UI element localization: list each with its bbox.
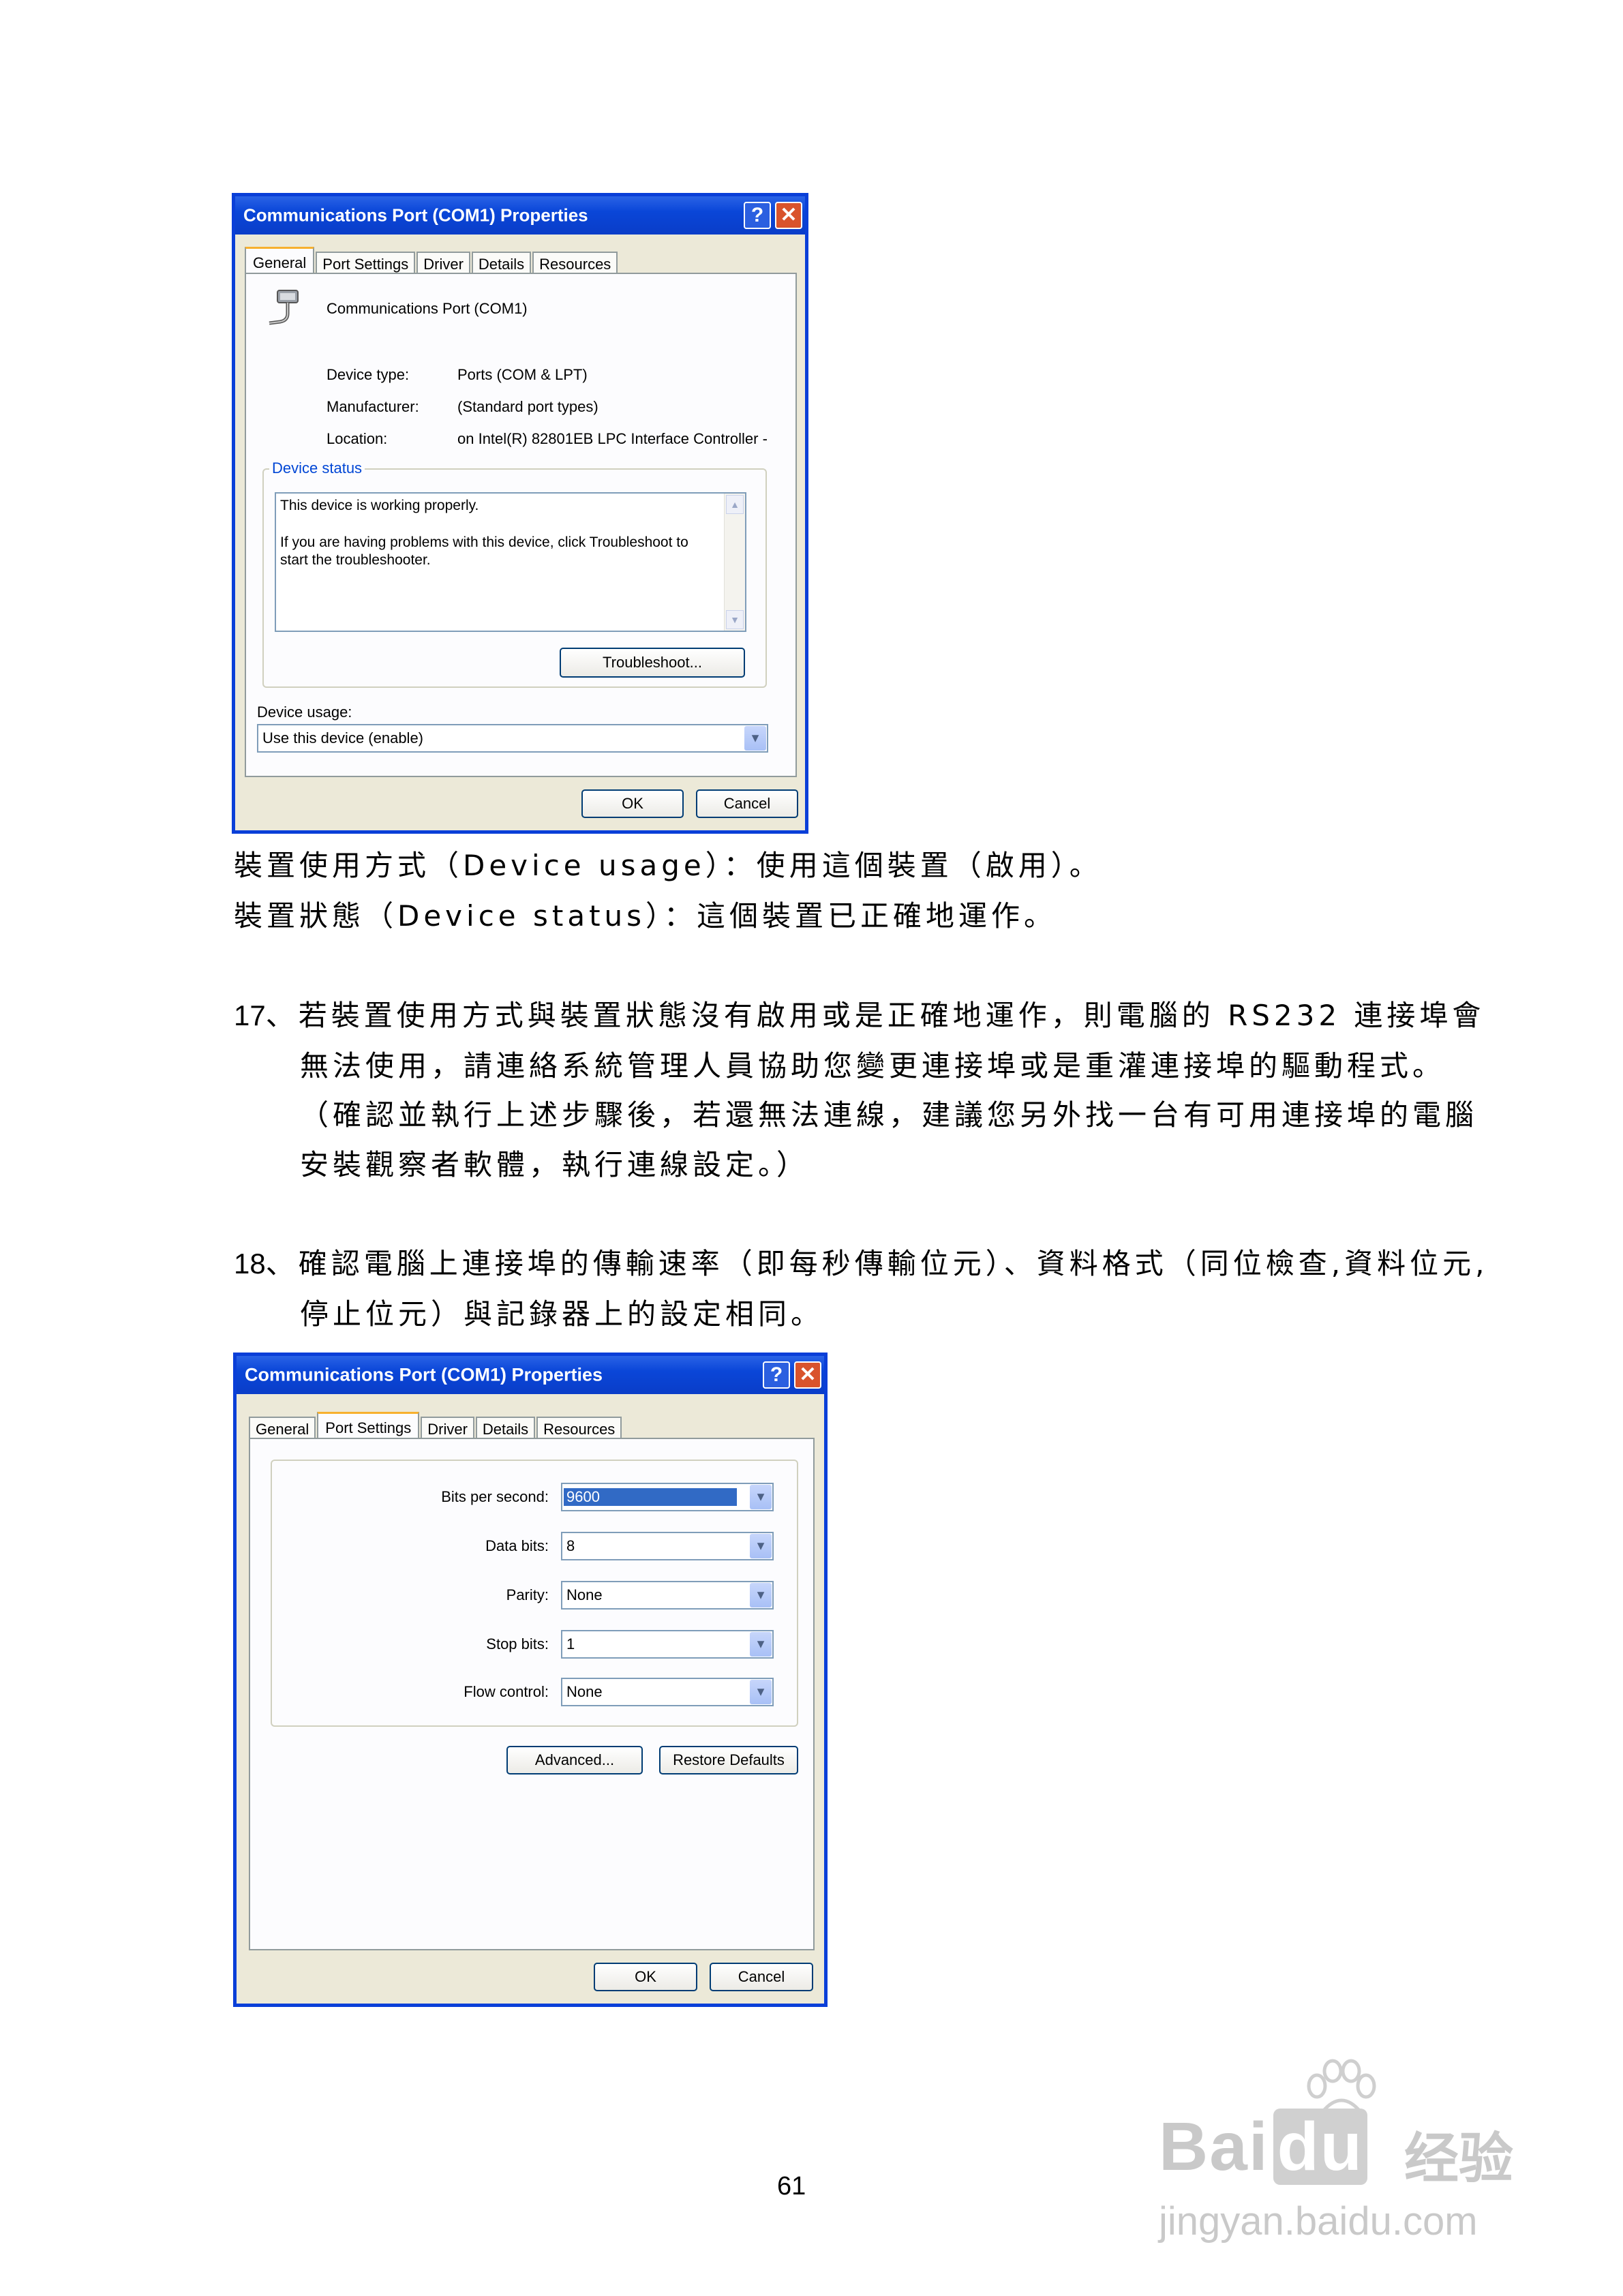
properties-dialog-general: Communications Port (COM1) Properties ? … xyxy=(232,193,808,834)
cancel-button[interactable]: Cancel xyxy=(710,1963,813,1991)
device-usage-select[interactable]: Use this device (enable) ▼ xyxy=(257,724,768,753)
status-line-3: start the troubleshooter. xyxy=(280,552,431,568)
title-bar[interactable]: Communications Port (COM1) Properties ? … xyxy=(235,196,805,235)
window-title: Communications Port (COM1) Properties xyxy=(245,1364,603,1385)
data-bits-label: Data bits: xyxy=(485,1537,549,1554)
step-18-line-2: 停止位元）與記錄器上的設定相同。 xyxy=(300,1297,824,1331)
chevron-down-icon[interactable]: ▼ xyxy=(750,1583,772,1607)
scroll-down-icon[interactable]: ▼ xyxy=(726,610,744,629)
port-settings-panel: Bits per second: 9600 ▼ Data bits: 8 ▼ P… xyxy=(249,1438,815,1950)
step-17-line-3: （確認並執行上述步驟後，若還無法連線，建議您另外找一台有可用連接埠的電腦 xyxy=(300,1098,1478,1132)
device-status-sentence: 裝置狀態（Device status）：這個裝置已正確地運作。 xyxy=(234,899,1057,933)
tab-strip: General Port Settings Driver Details Res… xyxy=(249,1410,623,1442)
stop-bits-value: 1 xyxy=(566,1635,575,1652)
device-usage-sentence: 裝置使用方式（Device usage）：使用這個裝置（啟用）。 xyxy=(234,849,1102,882)
device-usage-label: Device usage: xyxy=(257,704,352,721)
step-17-line-4: 安裝觀察者軟體，執行連線設定。） xyxy=(300,1148,810,1181)
close-icon[interactable]: ✕ xyxy=(794,1361,821,1389)
flow-control-label: Flow control: xyxy=(464,1683,549,1700)
device-status-title: Device status xyxy=(269,459,365,477)
data-bits-value: 8 xyxy=(566,1537,575,1554)
device-usage-value: Use this device (enable) xyxy=(262,729,424,746)
chevron-down-icon[interactable]: ▼ xyxy=(750,1632,772,1657)
device-name: Communications Port (COM1) xyxy=(327,300,528,317)
parity-value: None xyxy=(566,1586,603,1603)
help-icon[interactable]: ? xyxy=(744,202,771,229)
chevron-down-icon[interactable]: ▼ xyxy=(750,1485,772,1509)
step-17-number: 17 xyxy=(234,999,266,1031)
device-status-textbox[interactable]: This device is working properly. If you … xyxy=(275,492,746,632)
manufacturer-label: Manufacturer: xyxy=(327,398,419,415)
baidu-watermark: Bai du 经验 jingyan.baidu.com xyxy=(1159,2059,1541,2263)
chevron-down-icon[interactable]: ▼ xyxy=(744,726,766,751)
window-title: Communications Port (COM1) Properties xyxy=(243,205,588,226)
step-17-text: 、若裝置使用方式與裝置狀態沒有啟用或是正確地運作，則電腦的 RS232 連接埠會 xyxy=(265,999,1485,1032)
watermark-brand-du: du xyxy=(1273,2109,1367,2185)
chevron-down-icon[interactable]: ▼ xyxy=(750,1534,772,1558)
serial-port-icon xyxy=(269,290,299,325)
step-18-line-1: 18、確認電腦上連接埠的傳輸速率（即每秒傳輸位元）、資料格式（同位檢查,資料位元… xyxy=(234,1241,1488,1282)
flow-control-select[interactable]: None ▼ xyxy=(561,1678,774,1706)
close-icon[interactable]: ✕ xyxy=(775,202,802,229)
stop-bits-select[interactable]: 1 ▼ xyxy=(561,1630,774,1659)
data-bits-select[interactable]: 8 ▼ xyxy=(561,1532,774,1560)
step-17-line-2: 無法使用，請連絡系統管理人員協助您變更連接埠或是重灌連接埠的驅動程式。 xyxy=(300,1049,1446,1083)
tab-strip: General Port Settings Driver Details Res… xyxy=(245,245,619,277)
bits-per-second-select[interactable]: 9600 ▼ xyxy=(561,1483,774,1511)
properties-dialog-port-settings: Communications Port (COM1) Properties ? … xyxy=(233,1353,828,2007)
step-17-line-1: 17、若裝置使用方式與裝置狀態沒有啟用或是正確地運作，則電腦的 RS232 連接… xyxy=(234,993,1485,1034)
bits-per-second-label: Bits per second: xyxy=(441,1488,549,1505)
status-scrollbar[interactable]: ▲ ▼ xyxy=(724,494,745,631)
manufacturer-value: (Standard port types) xyxy=(457,398,598,415)
watermark-url: jingyan.baidu.com xyxy=(1159,2199,1478,2244)
status-line-1: This device is working properly. xyxy=(280,498,479,513)
status-line-2: If you are having problems with this dev… xyxy=(280,534,688,550)
help-icon[interactable]: ? xyxy=(763,1361,790,1389)
ok-button[interactable]: OK xyxy=(594,1963,697,1991)
device-type-value: Ports (COM & LPT) xyxy=(457,366,588,383)
stop-bits-label: Stop bits: xyxy=(486,1635,549,1652)
ok-button[interactable]: OK xyxy=(581,789,684,818)
general-panel: Communications Port (COM1) Device type: … xyxy=(245,273,797,777)
watermark-brand: Bai du xyxy=(1159,2108,1367,2186)
restore-defaults-button[interactable]: Restore Defaults xyxy=(659,1746,798,1774)
cancel-button[interactable]: Cancel xyxy=(696,789,798,818)
location-label: Location: xyxy=(327,430,388,447)
parity-select[interactable]: None ▼ xyxy=(561,1581,774,1610)
chevron-down-icon[interactable]: ▼ xyxy=(750,1680,772,1704)
advanced-button[interactable]: Advanced... xyxy=(506,1746,643,1774)
troubleshoot-button[interactable]: Troubleshoot... xyxy=(560,648,745,678)
flow-control-value: None xyxy=(566,1683,603,1700)
device-type-label: Device type: xyxy=(327,366,410,383)
bits-per-second-value: 9600 xyxy=(564,1488,738,1506)
step-18-text: 、確認電腦上連接埠的傳輸速率（即每秒傳輸位元）、資料格式（同位檢查,資料位元, xyxy=(265,1247,1489,1280)
scroll-up-icon[interactable]: ▲ xyxy=(726,495,744,514)
watermark-brand-bai: Bai xyxy=(1159,2109,1269,2185)
step-18-number: 18 xyxy=(234,1248,266,1280)
page-number: 61 xyxy=(777,2172,806,2201)
location-value: on Intel(R) 82801EB LPC Interface Contro… xyxy=(457,430,768,447)
parity-label: Parity: xyxy=(506,1586,549,1603)
watermark-cn: 经验 xyxy=(1404,2128,1513,2189)
title-bar[interactable]: Communications Port (COM1) Properties ? … xyxy=(237,1356,824,1394)
